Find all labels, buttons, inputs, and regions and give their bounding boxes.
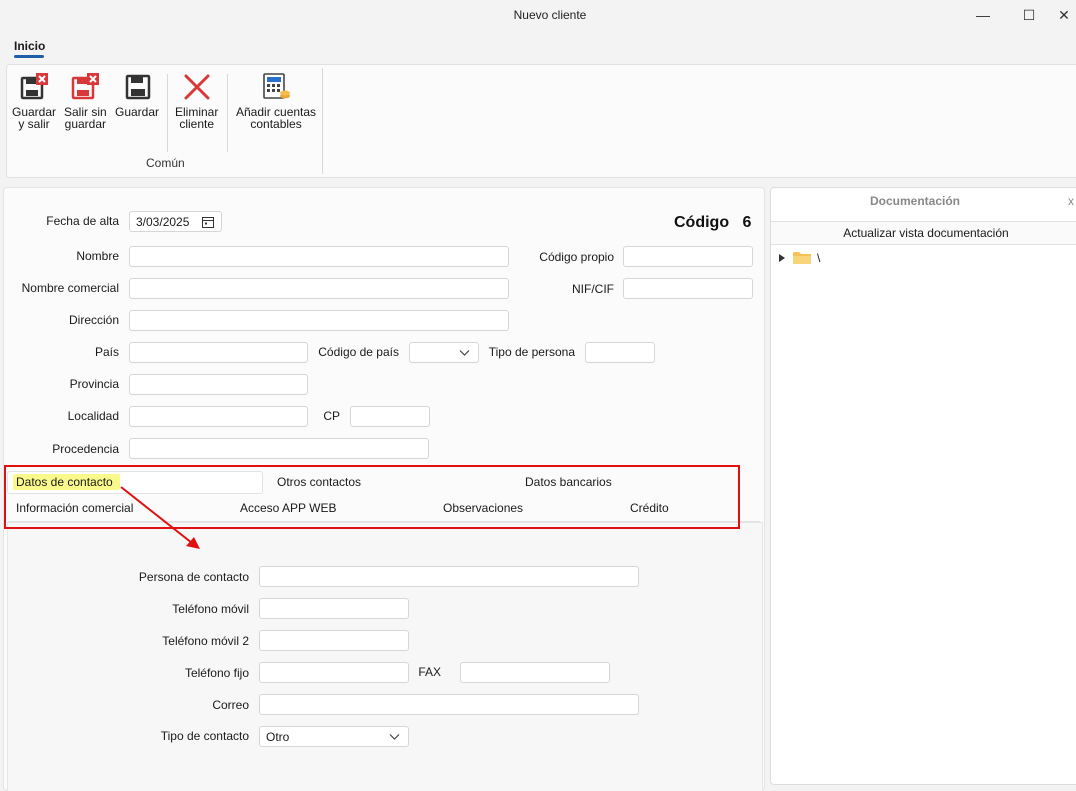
chevron-down-icon — [389, 734, 400, 740]
documentacion-close-icon[interactable]: x — [1068, 194, 1074, 208]
fecha-alta-datepicker[interactable]: 3/03/2025 — [129, 211, 222, 232]
nif-cif-input[interactable] — [623, 278, 753, 299]
save-icon — [125, 74, 151, 100]
telefono-movil-2-label: Teléfono móvil 2 — [162, 634, 249, 648]
calculator-coins-icon — [263, 73, 291, 99]
window-title: Nuevo cliente — [513, 8, 587, 22]
codigo-propio-input[interactable] — [623, 246, 753, 267]
fecha-alta-value: 3/03/2025 — [136, 215, 190, 229]
localidad-input[interactable] — [129, 406, 308, 427]
codigo-value: 6 — [742, 214, 752, 231]
doc-tree-root-label: \ — [817, 251, 821, 265]
anadir-cuentas-contables-button[interactable]: Añadir cuentas contables — [236, 72, 316, 130]
close-button[interactable]: ✕ — [1052, 0, 1076, 30]
guardar-button[interactable]: Guardar — [115, 72, 159, 118]
telefono-movil-label: Teléfono móvil — [172, 602, 249, 616]
anadir-cuentas-label-2: contables — [250, 117, 302, 131]
fecha-alta-label: Fecha de alta — [46, 214, 119, 228]
minimize-button[interactable]: — — [960, 0, 1006, 30]
nombre-comercial-input[interactable] — [129, 278, 509, 299]
codigo-pais-label: Código de país — [318, 345, 399, 359]
nombre-comercial-label: Nombre comercial — [21, 281, 119, 295]
localidad-label: Localidad — [67, 409, 119, 423]
telefono-fijo-input[interactable] — [259, 662, 409, 683]
direccion-input[interactable] — [129, 310, 509, 331]
ribbon-separator — [227, 74, 228, 152]
eliminar-cliente-label-2: cliente — [179, 117, 215, 131]
guardar-y-salir-label-2: y salir — [18, 117, 50, 131]
delete-icon — [184, 74, 210, 100]
direccion-label: Dirección — [68, 313, 119, 327]
ribbon-tab-inicio[interactable]: Inicio — [14, 39, 45, 53]
telefono-fijo-label: Teléfono fijo — [184, 666, 249, 680]
documentacion-title: Documentación — [869, 194, 960, 208]
cp-input[interactable] — [350, 406, 430, 427]
fax-label: FAX — [418, 665, 441, 679]
save-exit-icon — [20, 73, 49, 100]
procedencia-input[interactable] — [129, 438, 429, 459]
persona-contacto-label: Persona de contacto — [138, 570, 249, 584]
cp-label: CP — [323, 409, 340, 423]
codigo-display: Código 6 — [674, 214, 751, 232]
correo-label: Correo — [212, 698, 249, 712]
codigo-label: Código — [674, 214, 730, 231]
nombre-input[interactable] — [129, 246, 509, 267]
ribbon-group-label: Común — [146, 156, 185, 170]
correo-input[interactable] — [259, 694, 639, 715]
doc-tree-root[interactable]: \ — [778, 251, 820, 265]
persona-contacto-input[interactable] — [259, 566, 639, 587]
close-icon: ✕ — [1058, 6, 1070, 23]
tipo-contacto-label: Tipo de contacto — [160, 729, 249, 743]
expand-arrow-icon[interactable] — [778, 253, 786, 263]
pais-input[interactable] — [129, 342, 308, 363]
actualizar-documentacion-button[interactable]: Actualizar vista documentación — [771, 221, 1076, 245]
guardar-y-salir-button[interactable]: Guardar y salir — [12, 72, 56, 130]
nombre-label: Nombre — [76, 249, 119, 263]
calendar-icon[interactable] — [202, 216, 214, 228]
salir-sin-guardar-button[interactable]: Salir sin guardar — [64, 72, 107, 130]
eliminar-cliente-button[interactable]: Eliminar cliente — [175, 72, 218, 130]
folder-icon — [793, 252, 811, 264]
guardar-label: Guardar — [115, 105, 160, 119]
nif-cif-label: NIF/CIF — [572, 282, 614, 296]
ribbon-tab-indicator — [14, 55, 44, 58]
datos-contacto-panel — [7, 522, 763, 791]
procedencia-label: Procedencia — [52, 442, 119, 456]
codigo-propio-label: Código propio — [539, 250, 614, 264]
telefono-movil-input[interactable] — [259, 598, 409, 619]
annotation-arrow — [120, 486, 200, 549]
chevron-down-icon — [459, 350, 470, 356]
provincia-label: Provincia — [69, 377, 119, 391]
tipo-persona-label: Tipo de persona — [488, 345, 575, 359]
tipo-persona-input[interactable] — [585, 342, 655, 363]
fax-input[interactable] — [460, 662, 610, 683]
documentacion-panel — [770, 187, 1076, 785]
provincia-input[interactable] — [129, 374, 308, 395]
ribbon-separator — [167, 74, 168, 152]
tipo-contacto-value: Otro — [266, 730, 290, 744]
ribbon-group-separator — [322, 68, 323, 174]
minimize-icon: — — [976, 7, 990, 23]
codigo-pais-select[interactable] — [409, 342, 479, 363]
tipo-contacto-select[interactable]: Otro — [259, 726, 409, 747]
telefono-movil-2-input[interactable] — [259, 630, 409, 651]
maximize-icon: ☐ — [1022, 6, 1036, 23]
maximize-button[interactable]: ☐ — [1006, 0, 1052, 30]
pais-label: País — [94, 345, 119, 359]
save-discard-icon — [72, 73, 100, 100]
salir-sin-guardar-label-2: guardar — [64, 117, 107, 131]
